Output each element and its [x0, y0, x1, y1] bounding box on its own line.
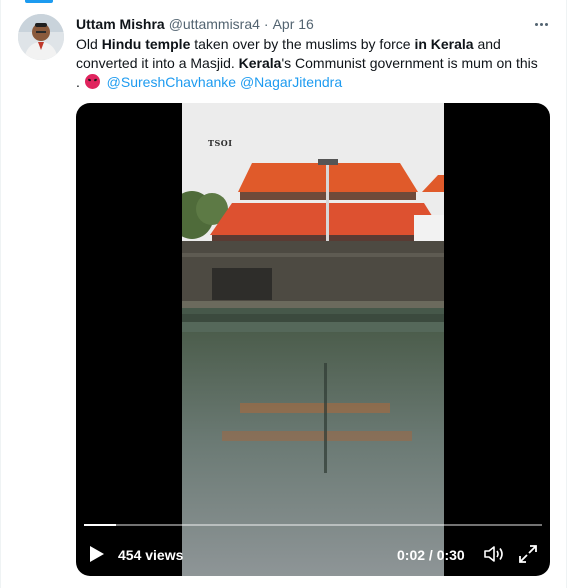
angry-face-icon	[84, 74, 100, 89]
author-handle[interactable]: @uttammisra4	[169, 16, 260, 32]
video-progress-bar[interactable]	[84, 524, 542, 526]
tweet-header: Uttam Mishra @uttammisra4 · Apr 16	[76, 16, 314, 32]
author-name[interactable]: Uttam Mishra	[76, 16, 165, 32]
avatar-image	[18, 14, 64, 60]
mention-link[interactable]: @SureshChavhanke	[107, 74, 236, 90]
more-dot-icon	[539, 22, 543, 26]
text-segment: taken over by the muslims by force	[190, 36, 415, 52]
volume-icon	[484, 546, 503, 562]
tab-indicator	[25, 0, 53, 3]
more-options-button[interactable]	[530, 14, 552, 34]
volume-button[interactable]	[483, 544, 505, 564]
video-progress-fill	[84, 524, 117, 526]
tweet-text-line: . @SureshChavhanke @NagarJitendra	[76, 73, 552, 92]
video-time: 0:02 / 0:30	[397, 547, 465, 563]
more-dot-icon	[544, 22, 548, 26]
separator-dot: ·	[263, 16, 269, 32]
play-icon	[90, 546, 104, 562]
video-controls: 454 views 0:02 / 0:30	[76, 535, 550, 575]
play-button[interactable]	[90, 546, 104, 562]
video-player[interactable]: TSOI 454 views 0:02 / 0:30	[76, 103, 550, 576]
fullscreen-button[interactable]	[518, 544, 538, 564]
more-dot-icon	[534, 22, 538, 26]
text-bold-segment: Hindu temple	[101, 36, 191, 52]
text-segment: converted it into a Masjid.	[76, 55, 239, 71]
tweet-text: Old Hindu temple taken over by the musli…	[76, 35, 552, 92]
tweet-date[interactable]: Apr 16	[273, 16, 314, 32]
tweet-text-line: Old Hindu temple taken over by the musli…	[76, 35, 552, 54]
text-segment: Old	[76, 36, 102, 52]
text-segment: and	[473, 36, 501, 52]
tweet-card[interactable]: Uttam Mishra @uttammisra4 · Apr 16 Old H…	[0, 0, 567, 588]
text-segment: 's Communist government is mum on this	[281, 55, 538, 71]
text-segment: .	[76, 74, 84, 90]
mention-link[interactable]: @NagarJitendra	[240, 74, 342, 90]
avatar[interactable]	[18, 14, 64, 60]
video-views: 454 views	[118, 547, 184, 563]
text-bold-segment: Kerala	[238, 55, 282, 71]
video-frame: TSOI	[182, 103, 444, 576]
video-watermark: TSOI	[208, 138, 233, 148]
fullscreen-icon	[519, 545, 537, 563]
text-bold-segment: in Kerala	[414, 36, 474, 52]
tweet-text-line: converted it into a Masjid. Kerala's Com…	[76, 54, 552, 73]
